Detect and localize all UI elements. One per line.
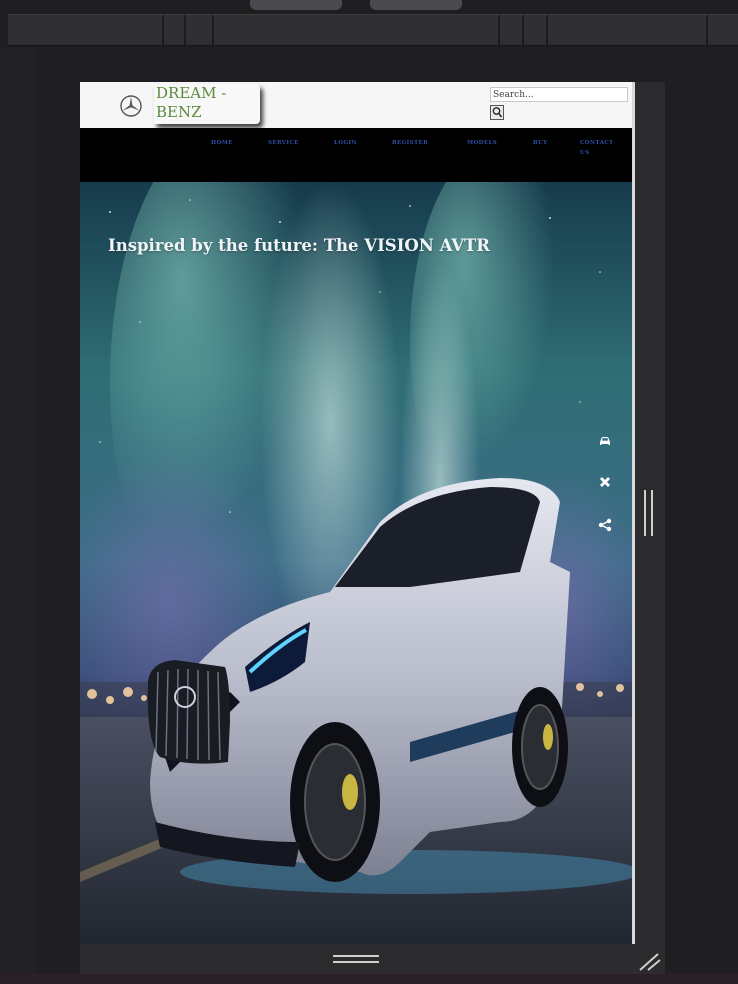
corner-resize-grip-icon[interactable] xyxy=(636,950,662,972)
nav-login[interactable]: LOGIN xyxy=(334,140,357,146)
site-header: DREAM - BENZ xyxy=(80,82,632,128)
toolbar-separator xyxy=(498,15,500,45)
hero-section: Inspired by the future: The VISION AVTR xyxy=(80,182,632,944)
search-icon xyxy=(492,107,503,118)
nav-home[interactable]: HOME xyxy=(211,140,233,146)
nav-service[interactable]: SERVICE xyxy=(268,140,299,146)
toolbar-separator xyxy=(184,15,186,45)
main-nav: HOME SERVICE LOGIN REGISTER MODELS BUY C… xyxy=(80,128,632,182)
horizontal-resize-handle[interactable] xyxy=(333,955,379,963)
brand-name: DREAM - BENZ xyxy=(156,84,256,122)
tools-icon[interactable] xyxy=(598,476,612,490)
search-input[interactable] xyxy=(490,87,628,102)
hero-title: Inspired by the future: The VISION AVTR xyxy=(108,236,491,255)
top-tab[interactable] xyxy=(250,0,342,10)
brand-logo-box[interactable]: DREAM - BENZ xyxy=(154,84,260,124)
car-icon[interactable] xyxy=(598,434,612,448)
bottom-border xyxy=(0,974,738,984)
vertical-resize-handle[interactable] xyxy=(644,490,653,536)
device-preview-frame: DREAM - BENZ HOME SERVICE LOGIN REGISTER… xyxy=(80,82,635,944)
toolbar-separator xyxy=(706,15,708,45)
nav-contact-us[interactable]: CONTACT US xyxy=(580,138,613,158)
toolbar-separator xyxy=(212,15,214,45)
brand-line-1: DREAM - xyxy=(156,84,227,102)
brand-line-2: BENZ xyxy=(156,103,202,121)
toolbar-separator xyxy=(522,15,524,45)
hero-car-image xyxy=(80,182,632,944)
editor-toolbar xyxy=(8,14,738,46)
toolbar-separator xyxy=(162,15,164,45)
search-button[interactable] xyxy=(490,105,504,120)
mercedes-star-icon[interactable] xyxy=(119,94,143,118)
nav-register[interactable]: REGISTER xyxy=(392,140,428,146)
top-tab[interactable] xyxy=(370,0,462,10)
toolbar-separator xyxy=(546,15,548,45)
nav-buy[interactable]: BUY xyxy=(533,140,548,146)
nav-models[interactable]: MODELS xyxy=(467,140,497,146)
share-icon[interactable] xyxy=(598,518,612,532)
